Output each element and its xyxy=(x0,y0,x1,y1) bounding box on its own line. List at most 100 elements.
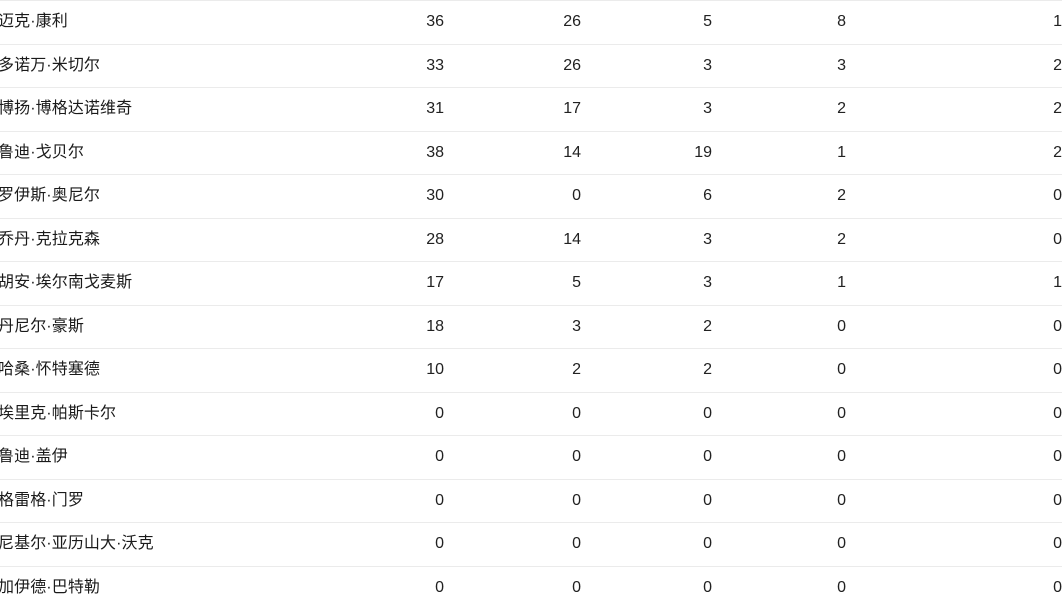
table-row[interactable]: 加伊德·巴特勒 0 0 0 0 0 xyxy=(0,565,1062,597)
player-name-cell[interactable]: 罗伊斯·奥尼尔 xyxy=(0,174,330,218)
stat-cell-2: 0 xyxy=(444,391,581,436)
stat-cell-4: 0 xyxy=(712,435,846,479)
stat-cell-3: 0 xyxy=(581,478,712,523)
table-row[interactable]: 博扬·博格达诺维奇 31 17 3 2 2 xyxy=(0,87,1062,131)
stat-cell-4: 0 xyxy=(712,522,846,566)
stat-cell-3: 3 xyxy=(581,87,712,131)
table-row[interactable]: 迈克·康利 36 26 5 8 1 xyxy=(0,0,1062,44)
table-row[interactable]: 鲁迪·盖伊 0 0 0 0 0 xyxy=(0,435,1062,479)
player-stats-table: 迈克·康利 36 26 5 8 1 多诺万·米切尔 33 26 3 3 2 博扬·博格达诺维奇 31 17 3… xyxy=(0,0,1062,597)
stat-cell-5: 0 xyxy=(846,565,1062,597)
stat-cell-2: 5 xyxy=(444,261,581,305)
stat-cell-4: 0 xyxy=(712,478,846,523)
stat-cell-1: 0 xyxy=(330,391,444,436)
stat-cell-1: 0 xyxy=(330,435,444,479)
stat-cell-4: 2 xyxy=(712,217,846,262)
stat-cell-3: 2 xyxy=(581,304,712,349)
table-row[interactable]: 格雷格·门罗 0 0 0 0 0 xyxy=(0,478,1062,523)
stat-cell-5: 0 xyxy=(846,478,1062,523)
stat-cell-1: 0 xyxy=(330,522,444,566)
stat-cell-3: 19 xyxy=(581,130,712,175)
stat-cell-2: 0 xyxy=(444,565,581,597)
stat-cell-4: 1 xyxy=(712,261,846,305)
table-row[interactable]: 丹尼尔·豪斯 18 3 2 0 0 xyxy=(0,304,1062,349)
player-name-cell[interactable]: 胡安·埃尔南戈麦斯 xyxy=(0,261,330,305)
stat-cell-3: 6 xyxy=(581,174,712,218)
stat-cell-5: 0 xyxy=(846,435,1062,479)
table-row[interactable]: 哈桑·怀特塞德 10 2 2 0 0 xyxy=(0,348,1062,392)
stat-cell-2: 0 xyxy=(444,478,581,523)
stat-cell-5: 2 xyxy=(846,43,1062,88)
stat-cell-1: 33 xyxy=(330,43,444,88)
stat-cell-1: 28 xyxy=(330,217,444,262)
stat-cell-2: 0 xyxy=(444,435,581,479)
player-name-cell[interactable]: 博扬·博格达诺维奇 xyxy=(0,87,330,131)
stat-cell-4: 0 xyxy=(712,565,846,597)
table-row[interactable]: 埃里克·帕斯卡尔 0 0 0 0 0 xyxy=(0,391,1062,436)
table-row[interactable]: 罗伊斯·奥尼尔 30 0 6 2 0 xyxy=(0,174,1062,218)
stat-cell-1: 18 xyxy=(330,304,444,349)
stat-cell-1: 31 xyxy=(330,87,444,131)
player-name-cell[interactable]: 乔丹·克拉克森 xyxy=(0,217,330,262)
stat-cell-4: 3 xyxy=(712,43,846,88)
stat-cell-3: 0 xyxy=(581,391,712,436)
stat-cell-3: 2 xyxy=(581,348,712,392)
stat-cell-4: 0 xyxy=(712,304,846,349)
stat-cell-5: 1 xyxy=(846,0,1062,44)
stat-cell-5: 0 xyxy=(846,174,1062,218)
stat-cell-3: 3 xyxy=(581,217,712,262)
player-name-cell[interactable]: 埃里克·帕斯卡尔 xyxy=(0,391,330,436)
stat-cell-5: 0 xyxy=(846,391,1062,436)
stat-cell-2: 3 xyxy=(444,304,581,349)
player-name-cell[interactable]: 丹尼尔·豪斯 xyxy=(0,304,330,349)
stat-cell-1: 30 xyxy=(330,174,444,218)
stat-cell-5: 0 xyxy=(846,348,1062,392)
player-name-cell[interactable]: 加伊德·巴特勒 xyxy=(0,565,330,597)
player-name-cell[interactable]: 格雷格·门罗 xyxy=(0,478,330,523)
stat-cell-1: 38 xyxy=(330,130,444,175)
stat-cell-1: 0 xyxy=(330,478,444,523)
player-name-cell[interactable]: 迈克·康利 xyxy=(0,0,330,44)
stat-cell-3: 0 xyxy=(581,565,712,597)
stat-cell-3: 0 xyxy=(581,522,712,566)
stat-cell-2: 0 xyxy=(444,522,581,566)
table-row[interactable]: 胡安·埃尔南戈麦斯 17 5 3 1 1 xyxy=(0,261,1062,305)
stat-cell-5: 2 xyxy=(846,130,1062,175)
stat-cell-4: 8 xyxy=(712,0,846,44)
player-name-cell[interactable]: 多诺万·米切尔 xyxy=(0,43,330,88)
stat-cell-2: 26 xyxy=(444,43,581,88)
stat-cell-4: 1 xyxy=(712,130,846,175)
player-name-cell[interactable]: 鲁迪·盖伊 xyxy=(0,435,330,479)
stat-cell-4: 2 xyxy=(712,174,846,218)
stat-cell-3: 3 xyxy=(581,261,712,305)
stat-cell-3: 3 xyxy=(581,43,712,88)
player-name-cell[interactable]: 尼基尔·亚历山大·沃克 xyxy=(0,522,330,566)
stats-table-body: 迈克·康利 36 26 5 8 1 多诺万·米切尔 33 26 3 3 2 博扬·博格达诺维奇 31 17 3… xyxy=(0,0,1062,597)
stats-table-viewport: 迈克·康利 36 26 5 8 1 多诺万·米切尔 33 26 3 3 2 博扬·博格达诺维奇 31 17 3… xyxy=(0,0,1062,597)
table-row[interactable]: 鲁迪·戈贝尔 38 14 19 1 2 xyxy=(0,130,1062,175)
stat-cell-5: 0 xyxy=(846,304,1062,349)
stat-cell-1: 10 xyxy=(330,348,444,392)
stat-cell-3: 5 xyxy=(581,0,712,44)
stat-cell-5: 0 xyxy=(846,522,1062,566)
stat-cell-3: 0 xyxy=(581,435,712,479)
stat-cell-2: 14 xyxy=(444,217,581,262)
stat-cell-5: 0 xyxy=(846,217,1062,262)
stat-cell-2: 26 xyxy=(444,0,581,44)
stat-cell-5: 2 xyxy=(846,87,1062,131)
stat-cell-1: 36 xyxy=(330,0,444,44)
stat-cell-2: 17 xyxy=(444,87,581,131)
stat-cell-1: 17 xyxy=(330,261,444,305)
stat-cell-4: 0 xyxy=(712,391,846,436)
stat-cell-4: 0 xyxy=(712,348,846,392)
table-row[interactable]: 尼基尔·亚历山大·沃克 0 0 0 0 0 xyxy=(0,522,1062,566)
player-name-cell[interactable]: 哈桑·怀特塞德 xyxy=(0,348,330,392)
table-row[interactable]: 多诺万·米切尔 33 26 3 3 2 xyxy=(0,43,1062,88)
stat-cell-4: 2 xyxy=(712,87,846,131)
stat-cell-2: 14 xyxy=(444,130,581,175)
stat-cell-2: 0 xyxy=(444,174,581,218)
stat-cell-5: 1 xyxy=(846,261,1062,305)
stat-cell-2: 2 xyxy=(444,348,581,392)
table-row[interactable]: 乔丹·克拉克森 28 14 3 2 0 xyxy=(0,217,1062,262)
player-name-cell[interactable]: 鲁迪·戈贝尔 xyxy=(0,130,330,175)
